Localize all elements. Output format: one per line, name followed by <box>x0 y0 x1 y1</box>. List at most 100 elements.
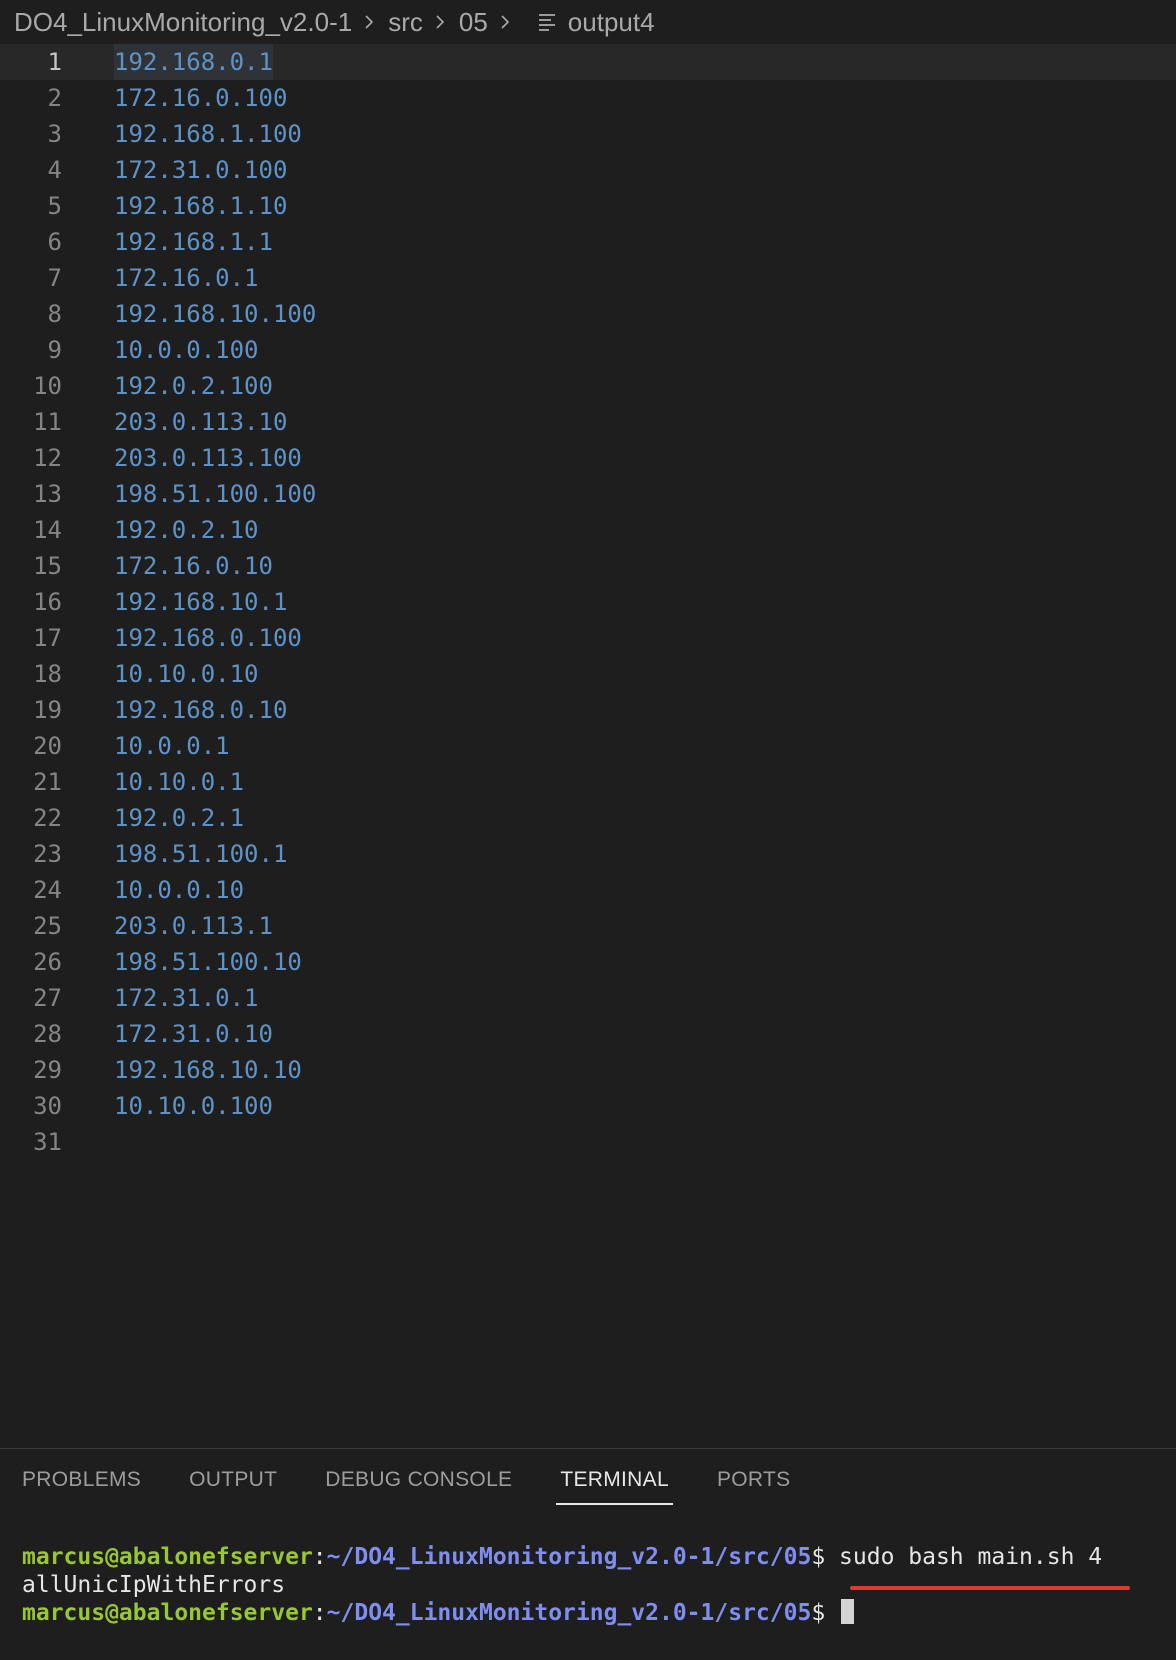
editor-line[interactable]: 9 10.0.0.100 <box>0 332 1176 368</box>
line-number: 31 <box>33 1128 62 1156</box>
line-text: 192.168.1.1 <box>114 228 273 256</box>
editor-line[interactable]: 16 192.168.10.1 <box>0 584 1176 620</box>
breadcrumb: DO4_LinuxMonitoring_v2.0-1 src 05 output… <box>14 0 655 44</box>
line-number: 25 <box>33 912 62 940</box>
tab-ports[interactable]: PORTS <box>717 1449 790 1511</box>
breadcrumb-item-src[interactable]: src <box>388 7 423 38</box>
line-text: 10.10.0.100 <box>114 1092 273 1120</box>
line-text: 198.51.100.1 <box>114 840 288 868</box>
editor-line[interactable]: 6 192.168.1.1 <box>0 224 1176 260</box>
editor-line[interactable]: 28 172.31.0.10 <box>0 1016 1176 1052</box>
line-text: 192.168.0.1 <box>114 44 273 80</box>
editor-line[interactable]: 12 203.0.113.100 <box>0 440 1176 476</box>
editor-line[interactable]: 19 192.168.0.10 <box>0 692 1176 728</box>
breadcrumb-item-project[interactable]: DO4_LinuxMonitoring_v2.0-1 <box>14 7 352 38</box>
tab-problems[interactable]: PROBLEMS <box>22 1449 141 1511</box>
editor-line[interactable]: 30 10.10.0.100 <box>0 1088 1176 1124</box>
line-number: 5 <box>47 192 62 220</box>
line-text: 192.168.10.100 <box>114 300 317 328</box>
prompt-colon: : <box>312 1600 327 1626</box>
editor-line[interactable]: 20 10.0.0.1 <box>0 728 1176 764</box>
code-editor[interactable]: 1 192.168.0.1 2 172.16.0.100 3 192.168.1.100 4… <box>0 44 1176 1448</box>
editor-line[interactable]: 22 192.0.2.1 <box>0 800 1176 836</box>
line-number: 21 <box>33 768 62 796</box>
line-number: 6 <box>47 228 62 256</box>
tab-debug-console[interactable]: DEBUG CONSOLE <box>325 1449 512 1511</box>
prompt-path: ~/DO4_LinuxMonitoring_v2.0-1/src/05 <box>326 1600 812 1626</box>
editor-line[interactable]: 2 172.16.0.100 <box>0 80 1176 116</box>
line-number: 8 <box>47 300 62 328</box>
editor-line[interactable]: 3 192.168.1.100 <box>0 116 1176 152</box>
editor-line[interactable]: 17 192.168.0.100 <box>0 620 1176 656</box>
line-text: 10.0.0.100 <box>114 336 259 364</box>
editor-line[interactable]: 23 198.51.100.1 <box>0 836 1176 872</box>
tab-output[interactable]: OUTPUT <box>189 1449 277 1511</box>
line-text: 172.16.0.1 <box>114 264 259 292</box>
editor-line[interactable]: 25 203.0.113.1 <box>0 908 1176 944</box>
line-number: 19 <box>33 696 62 724</box>
editor-line[interactable]: 11 203.0.113.10 <box>0 404 1176 440</box>
editor-line[interactable]: 8 192.168.10.100 <box>0 296 1176 332</box>
breadcrumb-item-file[interactable]: output4 <box>568 7 655 38</box>
editor-line[interactable]: 31 <box>0 1124 1176 1160</box>
line-number: 20 <box>33 732 62 760</box>
bottom-panel: PROBLEMS OUTPUT DEBUG CONSOLE TERMINAL PORTS… <box>0 1448 1176 1660</box>
line-number: 13 <box>33 480 62 508</box>
editor-line[interactable]: 14 192.0.2.10 <box>0 512 1176 548</box>
line-number: 15 <box>33 552 62 580</box>
line-number: 24 <box>33 876 62 904</box>
prompt-dollar: $ <box>811 1600 826 1626</box>
line-text: 198.51.100.10 <box>114 948 302 976</box>
terminal-line-command: marcus@abalonefserver:~/DO4_LinuxMonitor… <box>22 1543 1102 1571</box>
chevron-right-icon <box>431 13 449 31</box>
line-number: 2 <box>47 84 62 112</box>
terminal-output: allUnicIpWithErrors <box>22 1572 286 1598</box>
editor-line[interactable]: 26 198.51.100.10 <box>0 944 1176 980</box>
editor-line[interactable]: 24 10.0.0.10 <box>0 872 1176 908</box>
line-text: 192.0.2.10 <box>114 516 259 544</box>
editor-line[interactable]: 7 172.16.0.1 <box>0 260 1176 296</box>
line-number: 22 <box>33 804 62 832</box>
editor-line[interactable]: 4 172.31.0.100 <box>0 152 1176 188</box>
editor-line[interactable]: 10 192.0.2.100 <box>0 368 1176 404</box>
editor-line[interactable]: 21 10.10.0.1 <box>0 764 1176 800</box>
line-number: 28 <box>33 1020 62 1048</box>
terminal-line-output: allUnicIpWithErrors <box>22 1571 1102 1599</box>
line-text: 10.10.0.10 <box>114 660 259 688</box>
editor-line[interactable]: 15 172.16.0.10 <box>0 548 1176 584</box>
line-number: 26 <box>33 948 62 976</box>
terminal[interactable]: marcus@abalonefserver:~/DO4_LinuxMonitor… <box>22 1543 1102 1627</box>
editor-line[interactable]: 27 172.31.0.1 <box>0 980 1176 1016</box>
chevron-right-icon <box>360 13 378 31</box>
prompt-user-host: marcus@abalonefserver <box>22 1600 313 1626</box>
line-number: 16 <box>33 588 62 616</box>
command-underline-annotation <box>850 1586 1130 1590</box>
editor-line[interactable]: 29 192.168.10.10 <box>0 1052 1176 1088</box>
line-text: 172.31.0.10 <box>114 1020 273 1048</box>
line-text: 192.168.10.1 <box>114 588 288 616</box>
prompt-dollar: $ <box>811 1544 826 1570</box>
editor-line[interactable]: 1 192.168.0.1 <box>0 44 1176 80</box>
prompt-colon: : <box>312 1544 327 1570</box>
breadcrumb-item-05[interactable]: 05 <box>459 7 488 38</box>
line-text: 10.0.0.10 <box>114 876 245 904</box>
editor-line[interactable]: 18 10.10.0.10 <box>0 656 1176 692</box>
terminal-line-prompt: marcus@abalonefserver:~/DO4_LinuxMonitor… <box>22 1599 1102 1627</box>
tab-terminal[interactable]: TERMINAL <box>556 1449 673 1511</box>
terminal-cursor[interactable] <box>841 1599 855 1624</box>
line-number: 18 <box>33 660 62 688</box>
line-number: 12 <box>33 444 62 472</box>
editor-line[interactable]: 5 192.168.1.10 <box>0 188 1176 224</box>
line-number: 7 <box>47 264 62 292</box>
line-text: 198.51.100.100 <box>114 480 317 508</box>
line-number: 4 <box>47 156 62 184</box>
editor-line[interactable]: 13 198.51.100.100 <box>0 476 1176 512</box>
line-number: 17 <box>33 624 62 652</box>
line-text: 192.168.1.100 <box>114 120 302 148</box>
line-number: 3 <box>47 120 62 148</box>
line-text: 172.31.0.1 <box>114 984 259 1012</box>
line-text: 192.0.2.1 <box>114 804 245 832</box>
line-text: 192.168.10.10 <box>114 1056 302 1084</box>
line-text: 10.10.0.1 <box>114 768 245 796</box>
line-text: 172.16.0.100 <box>114 84 288 112</box>
